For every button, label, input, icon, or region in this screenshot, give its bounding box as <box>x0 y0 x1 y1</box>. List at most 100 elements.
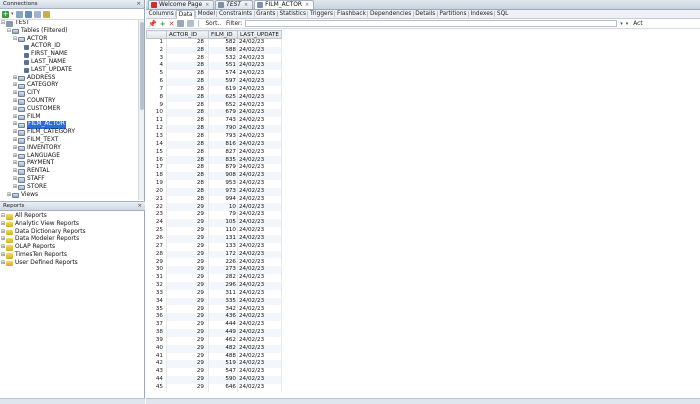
table-row[interactable]: 32 29 296 24/02/23 <box>146 281 282 290</box>
film-id-cell[interactable]: 827 <box>208 148 238 157</box>
add-connection-icon[interactable]: + <box>2 10 9 18</box>
table-row[interactable]: 15 28 827 24/02/23 <box>146 148 282 157</box>
table-row[interactable]: 43 29 547 24/02/23 <box>146 368 282 377</box>
actor-id-cell[interactable]: 29 <box>166 227 209 235</box>
editor-tab[interactable]: FILM_ACTOR × <box>254 0 315 9</box>
tree-node-connection[interactable]: ⊟ TEST <box>0 20 138 28</box>
last-update-cell[interactable]: 24/02/23 <box>237 203 282 212</box>
last-update-cell[interactable]: 24/02/23 <box>237 101 282 110</box>
tree-node-all-reports[interactable]: ⊟ All Reports <box>0 213 145 221</box>
actor-id-cell[interactable]: 28 <box>166 101 209 110</box>
last-update-cell[interactable]: 24/02/23 <box>237 132 282 141</box>
actor-id-cell[interactable]: 29 <box>166 313 209 322</box>
film-id-cell[interactable]: 551 <box>208 62 238 71</box>
film-id-cell[interactable]: 816 <box>208 140 238 149</box>
film-id-cell[interactable]: 646 <box>208 383 238 392</box>
table-row[interactable]: 40 29 482 24/02/23 <box>146 344 282 353</box>
column-header-actor-id[interactable]: ACTOR_ID <box>166 30 209 39</box>
tab-data[interactable]: Data <box>176 9 196 19</box>
last-update-cell[interactable]: 24/02/23 <box>237 297 282 306</box>
table-row[interactable]: 29 29 226 24/02/23 <box>146 258 282 267</box>
last-update-cell[interactable]: 24/02/23 <box>237 258 282 267</box>
actor-id-cell[interactable]: 29 <box>166 297 209 306</box>
last-update-cell[interactable]: 24/02/23 <box>237 344 282 353</box>
tree-node-table[interactable]: ⊞ PAYMENT <box>0 160 138 168</box>
last-update-cell[interactable]: 24/02/23 <box>237 328 282 337</box>
last-update-cell[interactable]: 24/02/23 <box>237 148 282 157</box>
actor-id-cell[interactable]: 28 <box>166 172 209 180</box>
table-row[interactable]: 21 28 994 24/02/23 <box>146 195 282 204</box>
table-row[interactable]: 45 29 646 24/02/23 <box>146 383 282 392</box>
last-update-cell[interactable]: 24/02/23 <box>237 164 282 173</box>
table-row[interactable]: 12 28 790 24/02/23 <box>146 125 282 133</box>
actor-id-cell[interactable]: 29 <box>166 352 209 361</box>
actor-id-cell[interactable]: 28 <box>166 70 209 78</box>
delete-row-icon[interactable]: ✕ <box>169 20 175 28</box>
actor-id-cell[interactable]: 29 <box>166 360 209 369</box>
actor-id-cell[interactable]: 28 <box>166 195 209 204</box>
last-update-cell[interactable]: 24/02/23 <box>237 376 282 384</box>
actor-id-cell[interactable]: 29 <box>166 289 209 298</box>
last-update-cell[interactable]: 24/02/23 <box>237 360 282 369</box>
tree-node-report-folder[interactable]: ⊞ Data Dictionary Reports <box>0 229 145 237</box>
last-update-cell[interactable]: 24/02/23 <box>237 187 282 196</box>
film-id-cell[interactable]: 619 <box>208 85 238 94</box>
actor-id-cell[interactable]: 29 <box>166 250 209 259</box>
film-id-cell[interactable]: 588 <box>208 46 238 55</box>
last-update-cell[interactable]: 24/02/23 <box>237 368 282 377</box>
actor-id-cell[interactable]: 29 <box>166 336 209 345</box>
film-id-cell[interactable]: 296 <box>208 281 238 290</box>
tree-node-report-folder[interactable]: ⊞ Data Modeler Reports <box>0 236 145 244</box>
film-id-cell[interactable]: 973 <box>208 187 238 196</box>
actor-id-cell[interactable]: 29 <box>166 376 209 384</box>
table-row[interactable]: 28 29 172 24/02/23 <box>146 250 282 259</box>
film-id-cell[interactable]: 462 <box>208 336 238 345</box>
film-id-cell[interactable]: 273 <box>208 266 238 275</box>
tab-sql[interactable]: SQL <box>495 10 509 19</box>
film-id-cell[interactable]: 342 <box>208 305 238 314</box>
table-row[interactable]: 34 29 335 24/02/23 <box>146 297 282 306</box>
film-id-cell[interactable]: 311 <box>208 289 238 298</box>
table-row[interactable]: 22 29 10 24/02/23 <box>146 203 282 212</box>
film-id-cell[interactable]: 879 <box>208 164 238 173</box>
table-row[interactable]: 35 29 342 24/02/23 <box>146 305 282 314</box>
table-row[interactable]: 6 28 597 24/02/23 <box>146 77 282 86</box>
tree-node-table[interactable]: ⊞ LANGUAGE <box>0 153 138 161</box>
editor-tab[interactable]: TEST × <box>215 0 254 9</box>
actor-id-cell[interactable]: 29 <box>166 383 209 392</box>
actor-id-cell[interactable]: 28 <box>166 148 209 157</box>
tab-details[interactable]: Details <box>414 10 437 19</box>
tree-node-table[interactable]: ⊞ FILM <box>0 114 138 122</box>
film-id-cell[interactable]: 793 <box>208 132 238 141</box>
chevron-down-icon[interactable]: ▾ <box>626 21 629 27</box>
filter-icon[interactable] <box>24 10 32 18</box>
actor-id-cell[interactable]: 29 <box>166 234 209 243</box>
actor-id-cell[interactable]: 29 <box>166 321 209 329</box>
last-update-cell[interactable]: 24/02/23 <box>237 125 282 133</box>
last-update-cell[interactable]: 24/02/23 <box>237 54 282 63</box>
last-update-cell[interactable]: 24/02/23 <box>237 211 282 220</box>
schema-browser-icon[interactable] <box>33 10 41 18</box>
tree-node-tables[interactable]: ⊟ Tables (Filtered) <box>0 28 138 36</box>
table-row[interactable]: 13 28 793 24/02/23 <box>146 132 282 141</box>
tree-node-report-folder[interactable]: ⊞ OLAP Reports <box>0 244 145 252</box>
table-row[interactable]: 24 29 105 24/02/23 <box>146 219 282 227</box>
film-id-cell[interactable]: 226 <box>208 258 238 267</box>
film-id-cell[interactable]: 482 <box>208 344 238 353</box>
table-row[interactable]: 9 28 652 24/02/23 <box>146 101 282 110</box>
table-row[interactable]: 5 28 574 24/02/23 <box>146 70 282 78</box>
last-update-cell[interactable]: 24/02/23 <box>237 336 282 345</box>
film-id-cell[interactable]: 790 <box>208 125 238 133</box>
tree-node-report-folder[interactable]: ⊞ Analytic View Reports <box>0 221 145 229</box>
table-row[interactable]: 38 29 449 24/02/23 <box>146 328 282 337</box>
film-id-cell[interactable]: 625 <box>208 93 238 102</box>
tree-node-column[interactable]: FIRST_NAME <box>0 51 138 59</box>
table-row[interactable]: 20 28 973 24/02/23 <box>146 187 282 196</box>
film-id-cell[interactable]: 131 <box>208 234 238 243</box>
film-id-cell[interactable]: 449 <box>208 328 238 337</box>
last-update-cell[interactable]: 24/02/23 <box>237 109 282 118</box>
tree-node-table[interactable]: ⊞ FILM_CATEGORY <box>0 129 138 137</box>
table-row[interactable]: 42 29 519 24/02/23 <box>146 360 282 369</box>
import-icon[interactable] <box>42 10 50 18</box>
close-reports-icon[interactable]: × <box>137 202 142 211</box>
